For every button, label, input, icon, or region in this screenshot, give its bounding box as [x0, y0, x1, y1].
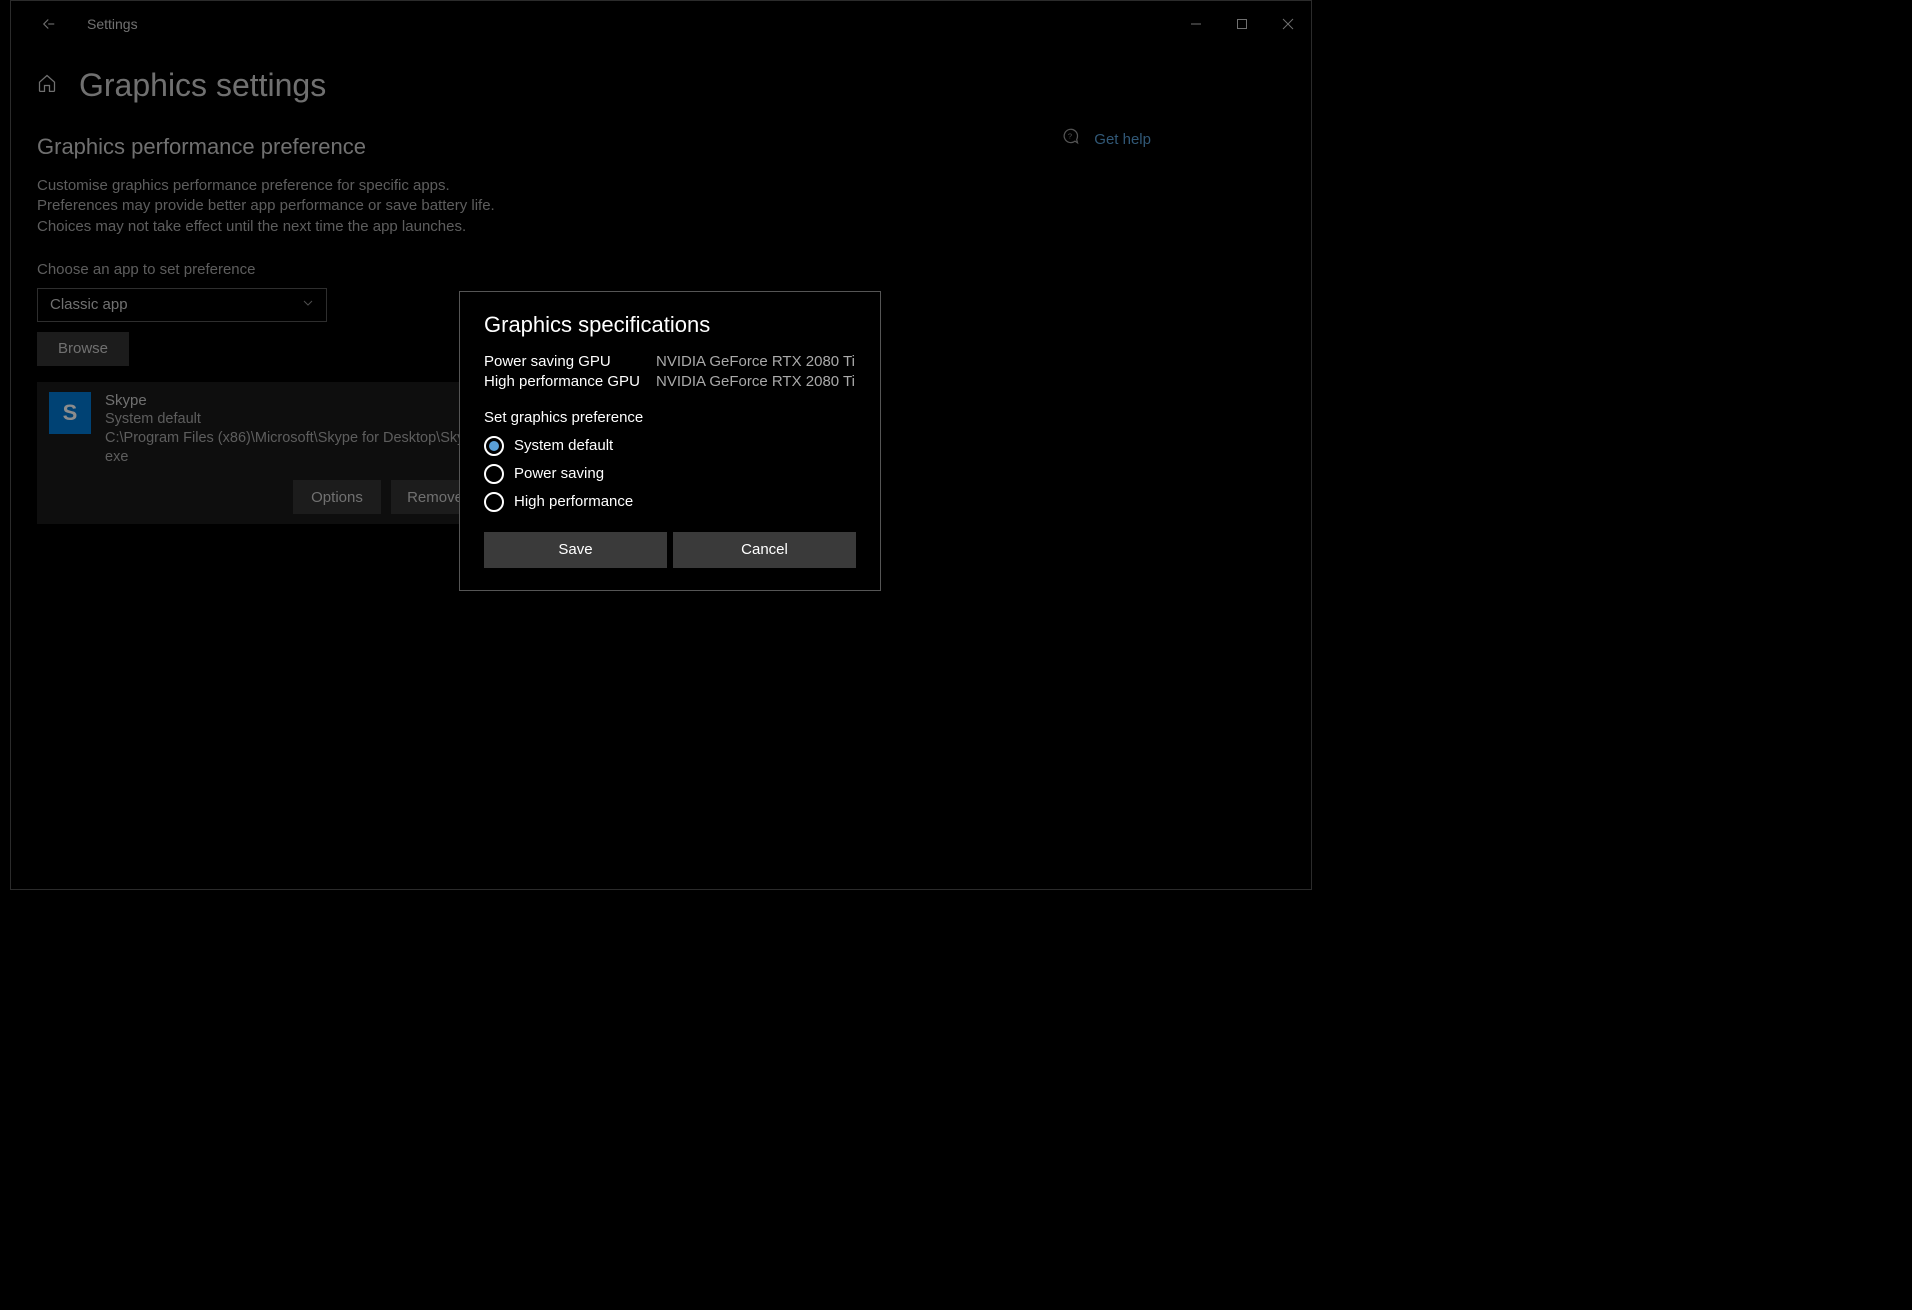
- back-button[interactable]: [29, 4, 69, 44]
- spec-row: Power saving GPU NVIDIA GeForce RTX 2080…: [484, 352, 856, 372]
- app-mode: System default: [105, 411, 485, 427]
- window-title: Settings: [87, 16, 138, 32]
- radio-indicator: [484, 464, 504, 484]
- spec-value: NVIDIA GeForce RTX 2080 Ti: [656, 352, 855, 372]
- app-path: C:\Program Files (x86)\Microsoft\Skype f…: [105, 429, 485, 467]
- browse-button[interactable]: Browse: [37, 332, 129, 366]
- radio-group: System default Power saving High perform…: [484, 436, 856, 512]
- radio-label: High performance: [514, 493, 633, 510]
- radio-indicator: [484, 436, 504, 456]
- skype-icon: S: [49, 392, 91, 434]
- settings-window: Settings Graphics settings Graphics perf…: [10, 0, 1312, 890]
- arrow-left-icon: [40, 15, 58, 33]
- close-icon: [1282, 18, 1294, 30]
- titlebar: Settings: [11, 1, 1311, 47]
- spec-label: Power saving GPU: [484, 352, 644, 372]
- svg-text:?: ?: [1068, 132, 1072, 141]
- get-help-link[interactable]: Get help: [1094, 131, 1151, 148]
- spec-value: NVIDIA GeForce RTX 2080 Ti: [656, 372, 855, 392]
- close-button[interactable]: [1265, 1, 1311, 47]
- page-title: Graphics settings: [79, 67, 326, 104]
- app-name: Skype: [105, 392, 485, 409]
- radio-high-performance[interactable]: High performance: [484, 492, 856, 512]
- radio-system-default[interactable]: System default: [484, 436, 856, 456]
- app-buttons: Options Remove: [49, 480, 485, 514]
- options-button[interactable]: Options: [293, 480, 381, 514]
- desc-line: Choices may not take effect until the ne…: [37, 217, 637, 237]
- help-section: ? Get help: [1060, 127, 1151, 152]
- minimize-button[interactable]: [1173, 1, 1219, 47]
- desc-line: Preferences may provide better app perfo…: [37, 196, 637, 216]
- maximize-button[interactable]: [1219, 1, 1265, 47]
- page-header: Graphics settings: [37, 67, 1285, 104]
- section-description: Customise graphics performance preferenc…: [37, 176, 637, 237]
- minimize-icon: [1190, 18, 1202, 30]
- app-meta: Skype System default C:\Program Files (x…: [105, 392, 485, 467]
- dropdown-value: Classic app: [50, 296, 128, 313]
- radio-power-saving[interactable]: Power saving: [484, 464, 856, 484]
- save-button[interactable]: Save: [484, 532, 667, 568]
- chevron-down-icon: [302, 296, 314, 313]
- spec-row: High performance GPU NVIDIA GeForce RTX …: [484, 372, 856, 392]
- spec-label: High performance GPU: [484, 372, 644, 392]
- dialog-title: Graphics specifications: [484, 312, 856, 338]
- dialog-buttons: Save Cancel: [484, 532, 856, 568]
- window-controls: [1173, 1, 1311, 47]
- radio-indicator: [484, 492, 504, 512]
- preference-label: Set graphics preference: [484, 409, 856, 426]
- radio-label: System default: [514, 437, 613, 454]
- graphics-specifications-dialog: Graphics specifications Power saving GPU…: [459, 291, 881, 591]
- home-icon[interactable]: [37, 73, 57, 98]
- chat-help-icon: ?: [1060, 127, 1080, 152]
- maximize-icon: [1236, 18, 1248, 30]
- desc-line: Customise graphics performance preferenc…: [37, 176, 637, 196]
- app-list-item[interactable]: S Skype System default C:\Program Files …: [37, 382, 497, 525]
- radio-label: Power saving: [514, 465, 604, 482]
- cancel-button[interactable]: Cancel: [673, 532, 856, 568]
- titlebar-left: Settings: [11, 4, 138, 44]
- app-type-dropdown[interactable]: Classic app: [37, 288, 327, 322]
- choose-app-label: Choose an app to set preference: [37, 261, 1285, 278]
- app-row-top: S Skype System default C:\Program Files …: [49, 392, 485, 467]
